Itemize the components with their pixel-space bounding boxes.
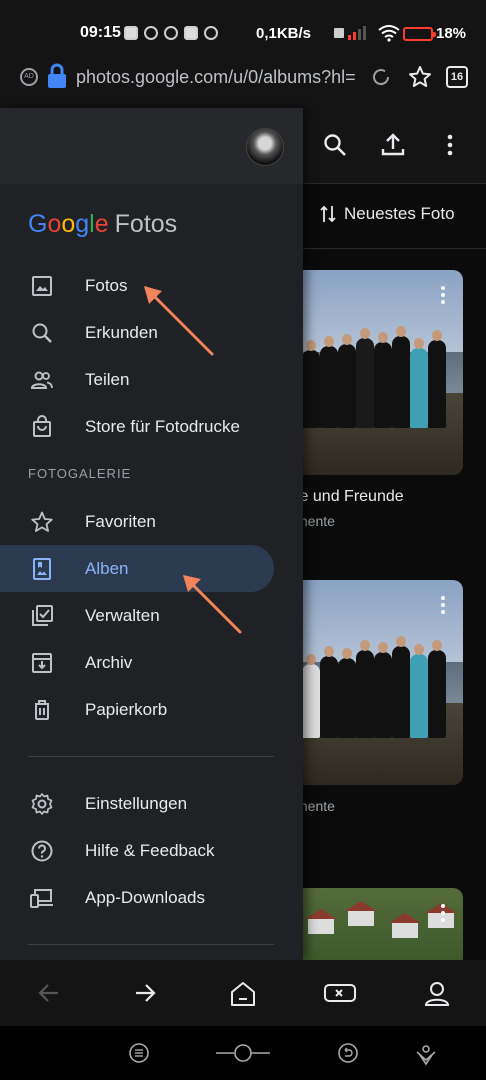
signal-icon bbox=[334, 26, 366, 40]
search-icon[interactable] bbox=[322, 132, 348, 158]
lock-icon[interactable] bbox=[46, 62, 68, 90]
sort-button[interactable]: Neuestes Foto bbox=[320, 204, 455, 224]
album-cover-image bbox=[296, 326, 463, 428]
album-card[interactable] bbox=[288, 270, 463, 475]
home-icon[interactable] bbox=[229, 980, 257, 1008]
notification-app-icon bbox=[164, 26, 178, 40]
nav-item-papierkorb[interactable]: Papierkorb bbox=[0, 686, 274, 733]
nav-item-hilfe[interactable]: Hilfe & Feedback bbox=[0, 827, 274, 874]
sort-label: Neuestes Foto bbox=[344, 204, 455, 223]
notification-app-icon bbox=[204, 26, 218, 40]
search-icon bbox=[32, 323, 52, 343]
nav-label: Favoriten bbox=[85, 512, 156, 531]
settings-icon bbox=[31, 793, 53, 815]
nav-item-fotos[interactable]: Fotos bbox=[0, 262, 274, 309]
reload-icon[interactable] bbox=[370, 66, 392, 88]
album-more-icon[interactable] bbox=[441, 596, 445, 614]
nav-item-teilen[interactable]: Teilen bbox=[0, 356, 274, 403]
help-icon bbox=[31, 840, 53, 862]
notification-app-icon bbox=[124, 26, 138, 40]
nav-label: Store für Fotodrucke bbox=[85, 417, 240, 436]
network-speed: 0,1KB/s bbox=[256, 25, 312, 42]
nav-item-store[interactable]: Store für Fotodrucke bbox=[0, 403, 274, 450]
drawer-menu: Google Fotos Fotos Erkunden Teilen Store … bbox=[0, 184, 303, 960]
nav-item-erkunden[interactable]: Erkunden bbox=[0, 309, 274, 356]
nav-label: Hilfe & Feedback bbox=[85, 841, 215, 860]
brand-product: Fotos bbox=[114, 210, 178, 238]
divider bbox=[300, 248, 486, 249]
nav-item-alben[interactable]: Alben bbox=[0, 545, 274, 592]
sort-icon bbox=[320, 205, 336, 223]
forward-icon[interactable] bbox=[132, 980, 158, 1006]
home-nav-icon[interactable] bbox=[216, 1042, 270, 1064]
nav-item-app-downloads[interactable]: App-Downloads bbox=[0, 874, 274, 921]
nav-item-archiv[interactable]: Archiv bbox=[0, 639, 274, 686]
status-time: 09:15 bbox=[80, 24, 121, 41]
navigation-drawer: Google Fotos Fotos Erkunden Teilen Store … bbox=[0, 108, 303, 960]
album-card[interactable] bbox=[288, 888, 463, 960]
nav-label: Alben bbox=[85, 559, 129, 578]
divider bbox=[28, 944, 274, 945]
notification-icons bbox=[124, 26, 218, 40]
google-fotos-logo: Google Fotos bbox=[28, 210, 177, 239]
drawer-header bbox=[0, 108, 303, 184]
back-icon[interactable] bbox=[36, 980, 62, 1006]
menu-icon[interactable] bbox=[128, 1042, 150, 1064]
nav-item-favoriten[interactable]: Favoriten bbox=[0, 498, 274, 545]
battery-percent: 18% bbox=[436, 25, 467, 42]
nav-item-verwalten[interactable]: Verwalten bbox=[0, 592, 274, 639]
nav-item-einstellungen[interactable]: Einstellungen bbox=[0, 780, 274, 827]
image-icon bbox=[32, 276, 52, 296]
album-card[interactable] bbox=[288, 580, 463, 785]
album-more-icon[interactable] bbox=[441, 904, 445, 922]
section-label: FOTOGALERIE bbox=[28, 466, 132, 481]
profile-icon[interactable] bbox=[424, 980, 450, 1008]
manage-icon bbox=[32, 605, 53, 626]
back-nav-icon[interactable] bbox=[337, 1042, 359, 1064]
nav-label: Archiv bbox=[85, 653, 133, 672]
devices-icon bbox=[30, 889, 53, 908]
nav-label: App-Downloads bbox=[85, 888, 206, 907]
nav-label: Teilen bbox=[85, 370, 130, 389]
nav-label: Einstellungen bbox=[85, 794, 188, 813]
assistant-nav-icon[interactable] bbox=[414, 1042, 438, 1066]
browser-bottom-bar bbox=[0, 960, 486, 1026]
album-title[interactable]: ie und Freunde bbox=[296, 488, 404, 506]
upload-icon[interactable] bbox=[380, 132, 406, 158]
archive-icon bbox=[32, 653, 52, 673]
notification-app-icon bbox=[184, 26, 198, 40]
url-field[interactable]: photos.google.com/u/0/albums?hl= bbox=[76, 67, 356, 88]
avatar[interactable] bbox=[246, 128, 284, 166]
brand-google: Google bbox=[28, 210, 109, 238]
nav-label: Fotos bbox=[85, 276, 128, 295]
battery-icon bbox=[403, 27, 436, 41]
status-bar: 09:15 0,1KB/s 18% bbox=[0, 0, 486, 52]
system-navigation-bar bbox=[0, 1026, 486, 1080]
game-icon[interactable] bbox=[324, 980, 356, 1006]
star-icon bbox=[31, 511, 53, 532]
album-icon bbox=[33, 558, 51, 580]
more-vert-icon[interactable] bbox=[438, 132, 462, 158]
wifi-icon bbox=[378, 25, 400, 42]
browser-url-bar: AD photos.google.com/u/0/albums?hl= 16 bbox=[0, 52, 486, 108]
people-icon bbox=[30, 371, 53, 389]
shopping-bag-icon bbox=[33, 415, 51, 437]
album-more-icon[interactable] bbox=[441, 286, 445, 304]
notification-app-icon bbox=[144, 26, 158, 40]
trash-icon bbox=[35, 700, 49, 720]
bookmark-star-icon[interactable] bbox=[408, 65, 432, 89]
site-info-icon[interactable]: AD bbox=[20, 68, 38, 86]
tab-switcher-button[interactable]: 16 bbox=[446, 66, 468, 88]
nav-label: Papierkorb bbox=[85, 700, 168, 719]
divider bbox=[28, 756, 274, 757]
album-cover-image bbox=[296, 636, 463, 738]
nav-label: Verwalten bbox=[85, 606, 160, 625]
nav-label: Erkunden bbox=[85, 323, 158, 342]
